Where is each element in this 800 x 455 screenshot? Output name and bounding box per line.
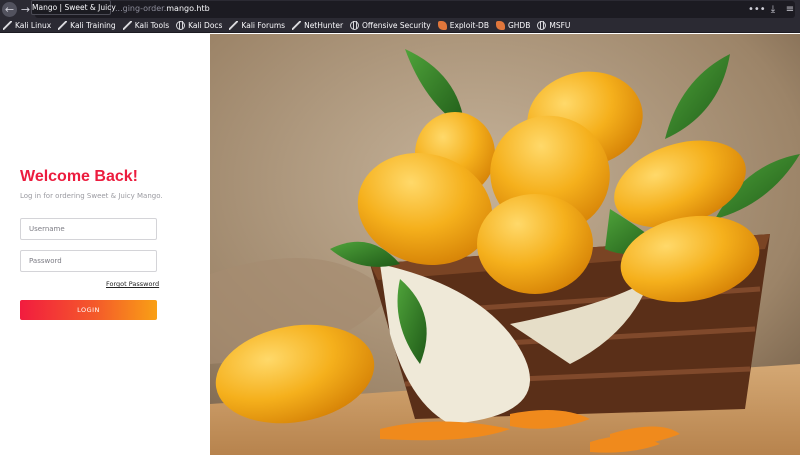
bookmark-label: MSFU (549, 21, 571, 30)
bookmark-label: Kali Linux (15, 21, 52, 30)
back-arrow-icon[interactable]: ← (2, 2, 17, 17)
bookmark-nethunter[interactable]: NetHunter (292, 21, 343, 30)
kali-dragon-icon (122, 21, 132, 30)
password-input[interactable] (20, 250, 157, 272)
login-panel: Welcome Back! Log in for ordering Sweet … (0, 34, 210, 455)
welcome-title: Welcome Back! (20, 168, 138, 185)
download-icon[interactable]: ⤓ (767, 2, 779, 17)
url-text: ...ging-order.mango.htb (115, 4, 210, 13)
hamburger-menu-icon[interactable]: ≡ (784, 2, 796, 17)
tab-title-tooltip: Mango | Sweet & Juicy (31, 0, 116, 15)
exploit-db-icon (437, 21, 447, 30)
kali-dragon-icon (58, 21, 68, 30)
kali-dragon-icon (229, 21, 239, 30)
bookmark-label: Kali Tools (134, 21, 170, 30)
page-content: Welcome Back! Log in for ordering Sweet … (0, 34, 800, 455)
login-button[interactable]: LOGIN (20, 300, 157, 320)
browser-toolbar: ← → ...ging-order.mango.htb Mango | Swee… (0, 0, 800, 19)
hero-mango-image (210, 34, 800, 455)
bookmark-label: Kali Training (70, 21, 116, 30)
mango (477, 194, 593, 294)
mango-basket-illustration (210, 34, 800, 455)
login-subtitle: Log in for ordering Sweet & Juicy Mango. (20, 192, 163, 200)
bookmark-label: GHDB (507, 21, 531, 30)
kali-dragon-icon (292, 21, 302, 30)
globe-icon (537, 21, 547, 30)
forgot-password-link[interactable]: Forgot Password (106, 280, 159, 288)
kali-dragon-icon (3, 21, 12, 30)
url-prefix: ...ging-order. (115, 4, 167, 13)
page-actions-menu-icon[interactable]: ••• (748, 2, 766, 17)
bookmark-kali-tools[interactable]: Kali Tools (122, 21, 170, 30)
bookmark-kali-linux[interactable]: Kali Linux (3, 21, 51, 30)
bookmark-label: Offensive Security (362, 21, 431, 30)
bookmark-label: Kali Docs (188, 21, 223, 30)
globe-icon (176, 21, 186, 30)
bookmark-offensive-security[interactable]: Offensive Security (350, 21, 431, 30)
bookmark-label: NetHunter (304, 21, 344, 30)
username-input[interactable] (20, 218, 157, 240)
bookmark-kali-training[interactable]: Kali Training (58, 21, 116, 30)
url-bar[interactable]: ...ging-order.mango.htb (35, 1, 795, 18)
globe-icon (350, 21, 360, 30)
bookmark-label: Exploit-DB (449, 21, 489, 30)
url-host: mango.htb (166, 4, 210, 13)
bookmarks-bar: Kali Linux Kali Training Kali Tools Kali… (0, 19, 800, 33)
bookmark-kali-forums[interactable]: Kali Forums (229, 21, 285, 30)
bookmark-ghdb[interactable]: GHDB (495, 21, 531, 30)
bookmark-label: Kali Forums (241, 21, 286, 30)
bookmark-kali-docs[interactable]: Kali Docs (176, 21, 222, 30)
bookmark-exploit-db[interactable]: Exploit-DB (437, 21, 489, 30)
exploit-db-icon (495, 21, 505, 30)
bookmark-msfu[interactable]: MSFU (537, 21, 570, 30)
